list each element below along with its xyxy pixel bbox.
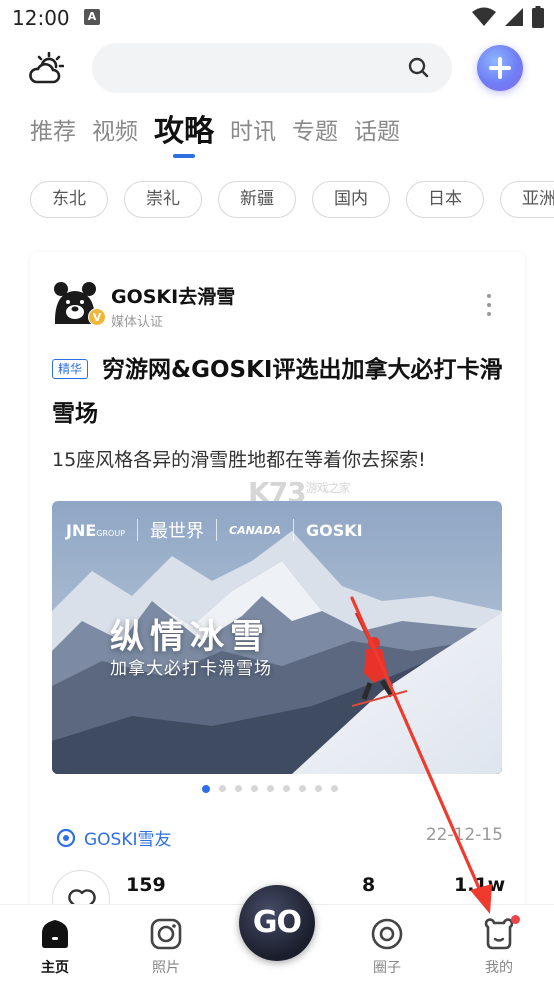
tab-topics[interactable]: 专题 bbox=[292, 114, 338, 150]
like-count: 159 bbox=[126, 874, 166, 896]
verified-badge: V bbox=[88, 308, 106, 326]
carousel-dot bbox=[219, 785, 226, 792]
carousel-dot bbox=[267, 785, 274, 792]
nav-circles-label: 圈子 bbox=[373, 960, 401, 976]
author-name[interactable]: GOSKI去滑雪 bbox=[111, 282, 235, 309]
carousel-dot bbox=[251, 785, 258, 792]
nav-circles[interactable]: 圈子 bbox=[357, 917, 417, 977]
region-chip[interactable]: 东北 bbox=[30, 181, 108, 218]
search-input[interactable] bbox=[92, 43, 452, 93]
featured-tag: 精华 bbox=[52, 359, 89, 379]
comment-count: 8 bbox=[362, 874, 376, 896]
nav-home[interactable]: 主页 bbox=[25, 917, 85, 977]
camera-icon bbox=[149, 917, 183, 951]
search-icon bbox=[408, 57, 429, 78]
banner-headline: 纵情冰雪 bbox=[110, 617, 270, 657]
tab-guide-label: 攻略 bbox=[154, 114, 214, 149]
category-tabs: 推荐 视频 攻略 时讯 专题 话题 bbox=[30, 114, 416, 158]
more-options-icon[interactable] bbox=[487, 294, 491, 321]
wifi-icon bbox=[472, 7, 496, 26]
watermark-subtext: 游戏之家 bbox=[305, 481, 351, 495]
status-icons bbox=[472, 6, 544, 28]
nav-profile[interactable]: 我的 bbox=[469, 915, 529, 977]
nav-home-label: 主页 bbox=[41, 960, 69, 976]
region-chip[interactable]: 国内 bbox=[312, 181, 390, 218]
notification-app-icon: A bbox=[84, 9, 100, 25]
carousel-dot bbox=[299, 785, 306, 792]
nav-profile-label: 我的 bbox=[485, 960, 513, 976]
status-bar: 12:00 A bbox=[0, 0, 554, 36]
add-post-button[interactable] bbox=[477, 45, 523, 91]
region-chip[interactable]: 日本 bbox=[406, 181, 484, 218]
battery-icon bbox=[532, 6, 544, 28]
carousel-dot bbox=[235, 785, 242, 792]
carousel-dot bbox=[315, 785, 322, 792]
jne-logo: JNEGROUP bbox=[66, 520, 126, 540]
tab-guide[interactable]: 攻略 bbox=[154, 114, 214, 158]
canada-logo: CANADA bbox=[229, 523, 281, 537]
nav-photos-label: 照片 bbox=[152, 960, 180, 976]
go-button[interactable]: GO bbox=[239, 885, 315, 961]
region-chips: 东北 崇礼 新疆 国内 日本 亚洲 bbox=[30, 181, 554, 218]
status-time: 12:00 bbox=[12, 6, 70, 30]
active-tab-indicator bbox=[173, 154, 195, 158]
post-description: 15座风格各异的滑雪胜地都在等着你去探索! bbox=[52, 449, 426, 471]
tab-discussions[interactable]: 话题 bbox=[354, 114, 400, 150]
carousel-dot bbox=[283, 785, 290, 792]
region-chip[interactable]: 崇礼 bbox=[124, 181, 202, 218]
weather-icon[interactable] bbox=[28, 51, 65, 86]
region-chip[interactable]: 亚洲 bbox=[500, 181, 554, 218]
banner-brand-logos: JNEGROUP 最世界 CANADA GOSKI bbox=[66, 517, 363, 543]
carousel-dot-active bbox=[202, 785, 210, 793]
goski-logo: GOSKI bbox=[305, 520, 363, 540]
circle-icon bbox=[370, 917, 404, 951]
tab-news[interactable]: 时讯 bbox=[230, 114, 276, 150]
notification-dot bbox=[511, 915, 520, 924]
circle-name: GOSKI雪友 bbox=[84, 830, 172, 850]
home-icon bbox=[38, 917, 72, 951]
post-image-carousel[interactable]: JNEGROUP 最世界 CANADA GOSKI 纵情冰雪 加拿大必打卡滑雪场 bbox=[52, 501, 502, 774]
zuishijie-logo: 最世界 bbox=[150, 521, 205, 542]
post-date: 22-12-15 bbox=[425, 825, 503, 845]
bear-icon bbox=[482, 915, 520, 951]
circle-link[interactable]: GOSKI雪友 bbox=[56, 825, 172, 850]
post-title: 穷游网&GOSKI评选出加拿大必打卡滑雪场 bbox=[52, 357, 503, 427]
tab-video[interactable]: 视频 bbox=[92, 114, 138, 150]
view-count: 1.1w bbox=[454, 874, 506, 896]
nav-photos[interactable]: 照片 bbox=[136, 917, 196, 977]
carousel-dot bbox=[331, 785, 338, 792]
banner-subheadline: 加拿大必打卡滑雪场 bbox=[110, 659, 272, 679]
bottom-navigation: 主页 照片 GO 圈子 我的 bbox=[0, 885, 554, 984]
author-certification: 媒体认证 bbox=[111, 315, 164, 330]
carousel-indicator bbox=[202, 785, 338, 793]
post-card[interactable]: V GOSKI去滑雪 媒体认证 精华 穷游网&GOSKI评选出加拿大必打卡滑雪场 … bbox=[30, 252, 525, 952]
signal-icon bbox=[505, 8, 523, 26]
circle-icon bbox=[56, 828, 76, 847]
tab-recommend[interactable]: 推荐 bbox=[30, 114, 76, 150]
region-chip[interactable]: 新疆 bbox=[218, 181, 296, 218]
post-title-block[interactable]: 精华 穷游网&GOSKI评选出加拿大必打卡滑雪场 bbox=[52, 348, 507, 436]
